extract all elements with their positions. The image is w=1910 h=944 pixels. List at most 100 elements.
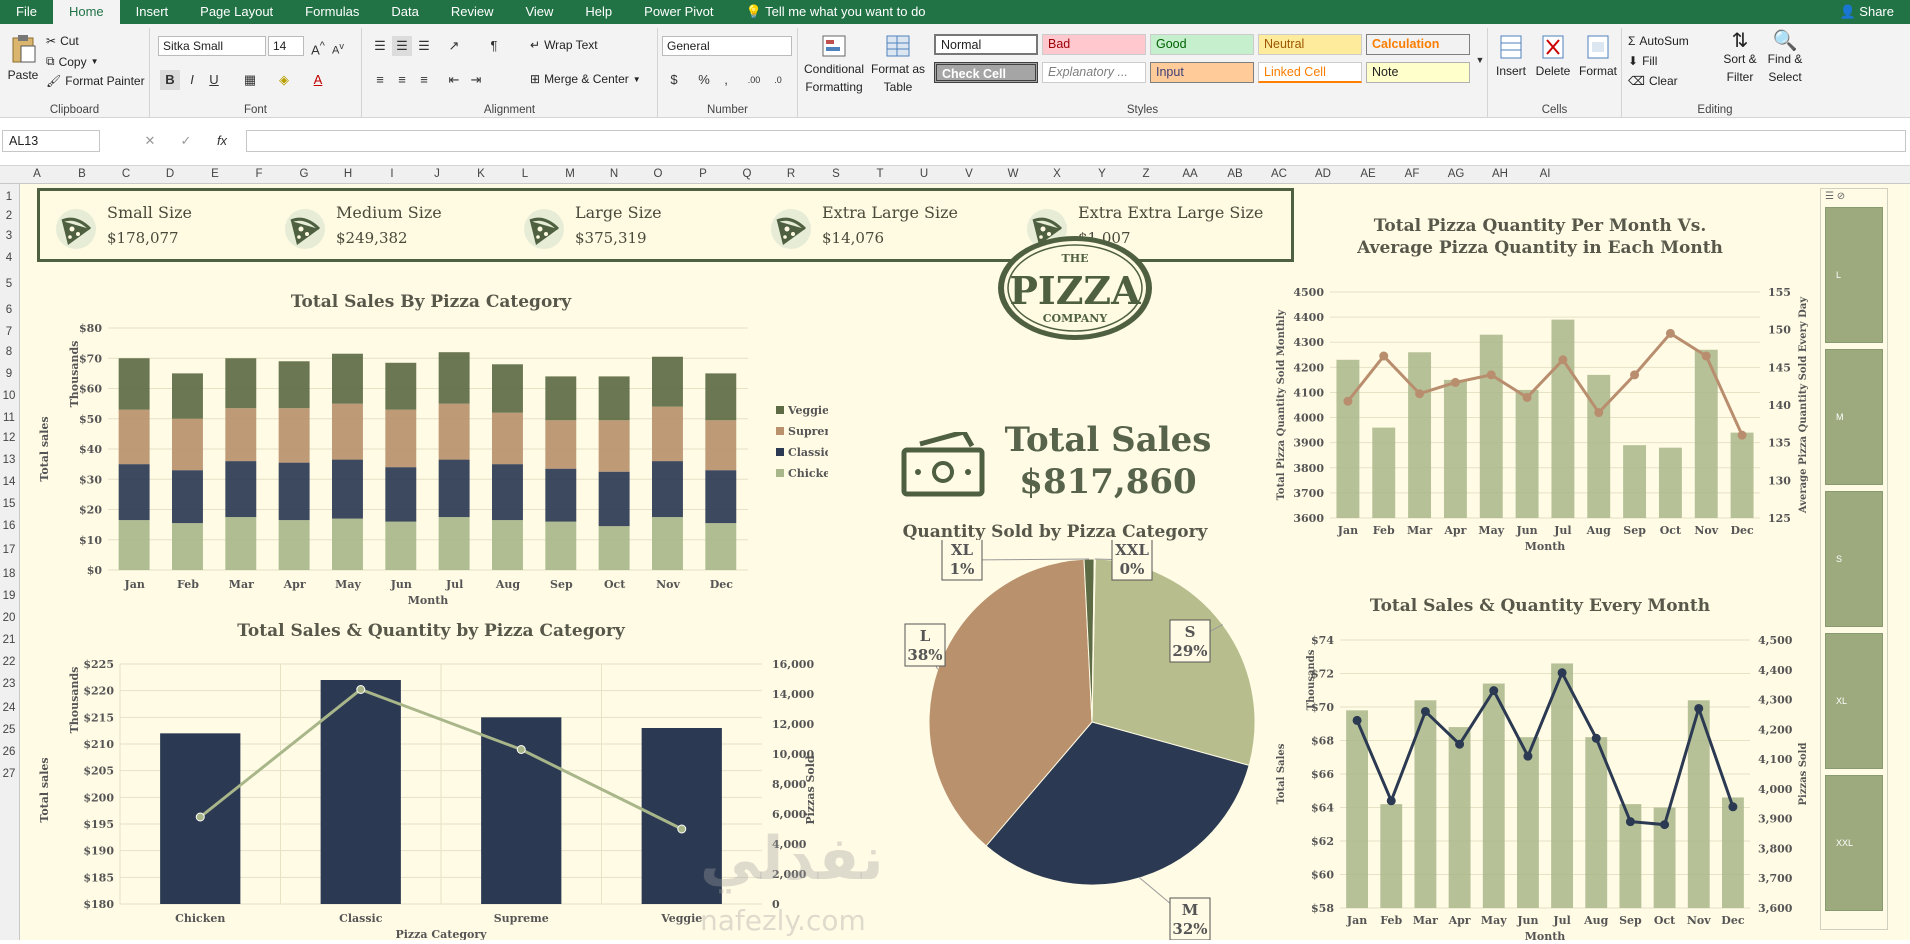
column-header[interactable]: AA — [1182, 168, 1197, 180]
format-cells-button[interactable]: Format — [1578, 34, 1618, 78]
column-header[interactable]: AE — [1360, 168, 1375, 180]
shrink-font-icon[interactable]: Av — [328, 36, 348, 57]
tab-insert[interactable]: Insert — [120, 0, 185, 24]
number-format-select[interactable]: General — [662, 36, 792, 56]
align-bottom-icon[interactable]: ☰ — [414, 36, 434, 56]
column-header[interactable]: P — [699, 168, 707, 180]
tab-page-layout[interactable]: Page Layout — [184, 0, 289, 24]
orientation-icon[interactable]: ↗ — [444, 36, 464, 56]
increase-indent-icon[interactable]: ⇥ — [466, 70, 486, 90]
column-header[interactable]: A — [33, 168, 41, 180]
row-header[interactable]: 12 — [0, 432, 18, 444]
slicer-item[interactable]: L — [1825, 207, 1883, 343]
format-painter-button[interactable]: 🖌 Format Painter — [46, 74, 145, 88]
slicer-item[interactable]: M — [1825, 349, 1883, 485]
column-header[interactable]: L — [522, 168, 528, 180]
row-header[interactable]: 9 — [0, 368, 18, 380]
style-normal[interactable]: Normal — [934, 34, 1038, 55]
row-header[interactable]: 16 — [0, 520, 18, 532]
function-icon[interactable]: fx — [212, 131, 232, 151]
row-header[interactable]: 17 — [0, 544, 18, 556]
row-header[interactable]: 20 — [0, 612, 18, 624]
align-right-icon[interactable]: ≡ — [414, 70, 434, 90]
row-header[interactable]: 10 — [0, 390, 18, 402]
column-header[interactable]: H — [344, 168, 352, 180]
underline-icon[interactable]: U — [204, 70, 224, 90]
autosum-button[interactable]: Σ AutoSum — [1628, 34, 1689, 48]
fill-button[interactable]: ⬇ Fill — [1628, 54, 1657, 68]
enter-icon[interactable]: ✓ — [176, 131, 196, 151]
multi-select-icon[interactable]: ☰ — [1825, 191, 1834, 202]
clear-filter-icon[interactable]: ⊘ — [1837, 191, 1845, 202]
row-header[interactable]: 19 — [0, 590, 18, 602]
tab-power-pivot[interactable]: Power Pivot — [628, 0, 729, 24]
align-middle-icon[interactable]: ☰ — [392, 36, 412, 56]
style-input[interactable]: Input — [1150, 62, 1254, 83]
row-header[interactable]: 1 — [0, 191, 18, 203]
cut-button[interactable]: ✂ Cut — [46, 34, 79, 48]
tab-help[interactable]: Help — [569, 0, 628, 24]
row-header[interactable]: 6 — [0, 304, 18, 316]
delete-cells-button[interactable]: Delete — [1534, 34, 1572, 78]
column-header[interactable]: U — [920, 168, 928, 180]
tab-review[interactable]: Review — [435, 0, 510, 24]
row-header[interactable]: 2 — [0, 210, 18, 222]
row-header[interactable]: 8 — [0, 346, 18, 358]
row-header[interactable]: 18 — [0, 568, 18, 580]
style-linked-cell[interactable]: Linked Cell — [1258, 62, 1362, 83]
font-color-icon[interactable]: A — [308, 70, 328, 90]
align-top-icon[interactable]: ☰ — [370, 36, 390, 56]
increase-decimal-icon[interactable]: .00 — [744, 70, 764, 90]
row-header[interactable]: 13 — [0, 454, 18, 466]
row-header[interactable]: 26 — [0, 746, 18, 758]
wrap-text-button[interactable]: ↵ Wrap Text — [530, 38, 598, 52]
column-header[interactable]: I — [390, 168, 393, 180]
column-header[interactable]: Z — [1142, 168, 1149, 180]
style-explanatory[interactable]: Explanatory ... — [1042, 62, 1146, 83]
column-header[interactable]: Y — [1098, 168, 1106, 180]
copy-button[interactable]: ⧉ Copy ▼ — [46, 54, 99, 69]
column-header[interactable]: AD — [1315, 168, 1331, 180]
decrease-indent-icon[interactable]: ⇤ — [444, 70, 464, 90]
clear-button[interactable]: ⌫ Clear — [1628, 74, 1678, 88]
merge-center-button[interactable]: ⊞ Merge & Center ▼ — [530, 72, 641, 86]
row-header[interactable]: 11 — [0, 412, 18, 424]
column-header[interactable]: V — [965, 168, 973, 180]
column-header[interactable]: Q — [743, 168, 752, 180]
column-header[interactable]: G — [300, 168, 309, 180]
paste-button[interactable]: Paste — [6, 34, 40, 82]
column-header[interactable]: B — [78, 168, 86, 180]
formula-input[interactable] — [246, 130, 1906, 152]
style-calculation[interactable]: Calculation — [1366, 34, 1470, 55]
column-header[interactable]: X — [1053, 168, 1061, 180]
tab-view[interactable]: View — [509, 0, 569, 24]
column-header[interactable]: M — [565, 168, 575, 180]
column-header[interactable]: O — [654, 168, 663, 180]
styles-more-icon[interactable]: ▼ — [1470, 50, 1490, 70]
comma-icon[interactable]: , — [716, 70, 736, 90]
row-header[interactable]: 5 — [0, 278, 18, 290]
italic-icon[interactable]: I — [182, 70, 202, 90]
sort-filter-button[interactable]: ⇅ Sort & Filter — [1720, 31, 1760, 84]
currency-icon[interactable]: $ — [664, 70, 684, 90]
row-header[interactable]: 25 — [0, 724, 18, 736]
column-header[interactable]: J — [434, 168, 440, 180]
row-header[interactable]: 27 — [0, 768, 18, 780]
column-header[interactable]: N — [610, 168, 618, 180]
decrease-decimal-icon[interactable]: .0 — [768, 70, 788, 90]
style-check-cell[interactable]: Check Cell — [934, 62, 1038, 83]
column-header[interactable]: S — [832, 168, 840, 180]
name-box[interactable]: AL13 — [2, 130, 100, 152]
column-header[interactable]: F — [255, 168, 262, 180]
column-header[interactable]: C — [122, 168, 130, 180]
font-family-select[interactable]: Sitka Small — [158, 36, 266, 56]
tab-home[interactable]: Home — [52, 0, 120, 24]
style-neutral[interactable]: Neutral — [1258, 34, 1362, 55]
conditional-formatting-button[interactable]: Conditional Formatting — [804, 34, 864, 94]
column-header[interactable]: AB — [1227, 168, 1242, 180]
tab-formulas[interactable]: Formulas — [289, 0, 375, 24]
cancel-icon[interactable]: ✕ — [140, 131, 160, 151]
style-note[interactable]: Note — [1366, 62, 1470, 83]
column-header[interactable]: AH — [1492, 168, 1508, 180]
row-header[interactable]: 7 — [0, 326, 18, 338]
